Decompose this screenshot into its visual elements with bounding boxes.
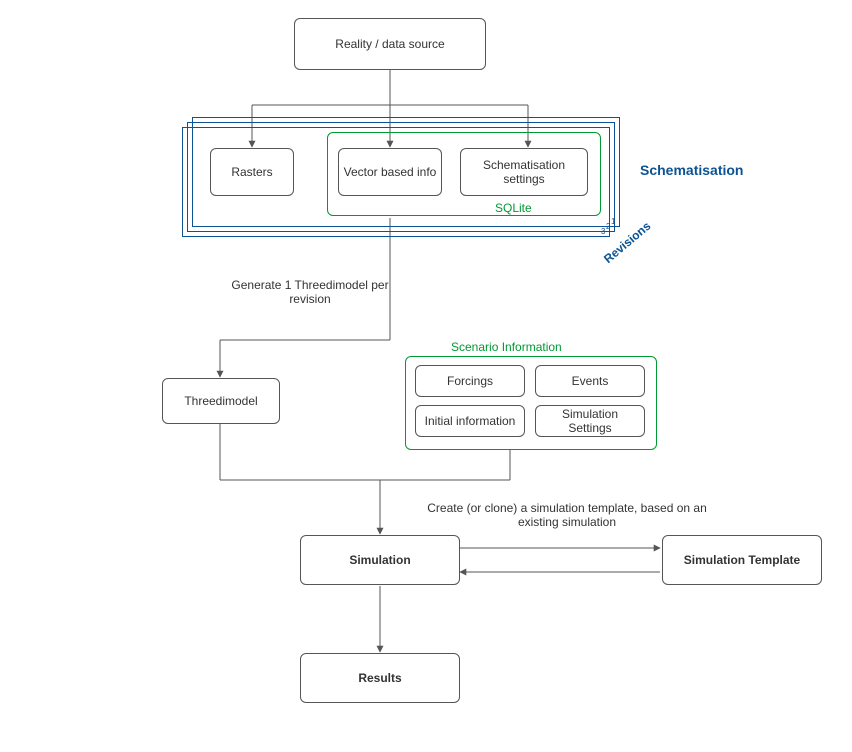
node-forcings: Forcings bbox=[415, 365, 525, 397]
node-reality-label: Reality / data source bbox=[335, 37, 444, 51]
sqlite-label: SQLite bbox=[495, 201, 532, 215]
revision-num-3: 3 bbox=[601, 227, 605, 236]
node-sim-template-label: Simulation Template bbox=[684, 553, 800, 567]
node-events: Events bbox=[535, 365, 645, 397]
node-sim-settings: Simulation Settings bbox=[535, 405, 645, 437]
node-sim-template: Simulation Template bbox=[662, 535, 822, 585]
node-rasters: Rasters bbox=[210, 148, 294, 196]
node-vector: Vector based info bbox=[338, 148, 442, 196]
node-initial-label: Initial information bbox=[425, 414, 516, 428]
node-threedimodel: Threedimodel bbox=[162, 378, 280, 424]
node-schem-settings-label: Schematisation settings bbox=[465, 158, 583, 186]
revision-num-1: 1 bbox=[611, 217, 615, 226]
node-initial: Initial information bbox=[415, 405, 525, 437]
node-schem-settings: Schematisation settings bbox=[460, 148, 588, 196]
node-forcings-label: Forcings bbox=[447, 374, 493, 388]
node-threedimodel-label: Threedimodel bbox=[184, 394, 257, 408]
node-events-label: Events bbox=[572, 374, 609, 388]
revision-num-2: 2 bbox=[606, 222, 610, 231]
edge-label-generate: Generate 1 Threedimodel per revision bbox=[225, 278, 395, 306]
node-rasters-label: Rasters bbox=[231, 165, 272, 179]
scenario-info-label: Scenario Information bbox=[451, 340, 562, 354]
node-results: Results bbox=[300, 653, 460, 703]
node-vector-label: Vector based info bbox=[344, 165, 437, 179]
node-sim-settings-label: Simulation Settings bbox=[540, 407, 640, 435]
node-simulation-label: Simulation bbox=[349, 553, 410, 567]
node-results-label: Results bbox=[358, 671, 401, 685]
node-simulation: Simulation bbox=[300, 535, 460, 585]
edge-label-create-clone: Create (or clone) a simulation template,… bbox=[426, 501, 708, 529]
schematisation-group-label: Schematisation bbox=[640, 162, 743, 178]
node-reality: Reality / data source bbox=[294, 18, 486, 70]
